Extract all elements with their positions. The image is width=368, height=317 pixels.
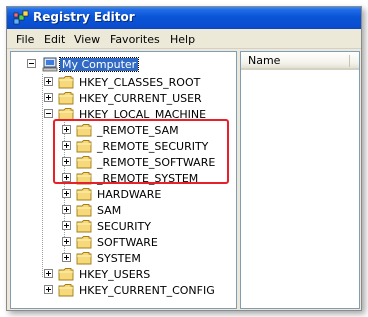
column-divider[interactable] — [349, 55, 350, 67]
expand-toggle[interactable] — [62, 157, 71, 166]
expand-toggle[interactable] — [62, 141, 71, 150]
tree-node-hkey-current-config[interactable]: HKEY_CURRENT_CONFIG — [77, 284, 217, 297]
tree-node-sam[interactable]: SAM — [95, 204, 123, 217]
folder-icon — [58, 91, 74, 105]
tree-node-hkey-current-user[interactable]: HKEY_CURRENT_USER — [77, 92, 204, 105]
tree-node-remote-security[interactable]: _REMOTE_SECURITY — [95, 140, 210, 153]
tree-node-remote-sam[interactable]: _REMOTE_SAM — [95, 124, 181, 137]
menu-bar: File Edit View Favorites Help — [7, 29, 361, 49]
folder-icon — [76, 123, 92, 137]
tree-node-security[interactable]: SECURITY — [95, 220, 153, 233]
menu-file[interactable]: File — [16, 33, 34, 46]
menu-help[interactable]: Help — [170, 33, 195, 46]
folder-icon — [76, 139, 92, 153]
expand-toggle[interactable] — [62, 125, 71, 134]
window-title: Registry Editor — [33, 10, 135, 24]
expand-toggle[interactable] — [44, 93, 53, 102]
folder-icon — [58, 267, 74, 281]
title-bar[interactable]: Registry Editor — [7, 7, 361, 29]
tree-node-my-computer[interactable]: My Computer — [58, 57, 140, 72]
collapse-toggle[interactable] — [44, 109, 53, 118]
folder-icon — [76, 155, 92, 169]
folder-icon — [58, 283, 74, 297]
folder-icon — [76, 203, 92, 217]
expand-toggle[interactable] — [44, 269, 53, 278]
expand-toggle[interactable] — [62, 173, 71, 182]
folder-icon — [58, 107, 74, 121]
folder-icon — [76, 235, 92, 249]
column-name-label: Name — [248, 54, 281, 67]
tree-node-system[interactable]: SYSTEM — [95, 252, 143, 265]
expand-toggle[interactable] — [62, 237, 71, 246]
tree-node-software[interactable]: SOFTWARE — [95, 236, 160, 249]
folder-icon — [76, 251, 92, 265]
menu-edit[interactable]: Edit — [44, 33, 65, 46]
expand-toggle[interactable] — [62, 221, 71, 230]
expand-toggle[interactable] — [62, 205, 71, 214]
folder-icon — [76, 171, 92, 185]
expand-toggle[interactable] — [62, 189, 71, 198]
menu-favorites[interactable]: Favorites — [110, 33, 160, 46]
expand-toggle[interactable] — [44, 285, 53, 294]
folder-icon — [58, 75, 74, 89]
expand-toggle[interactable] — [62, 253, 71, 262]
menu-view[interactable]: View — [74, 33, 100, 46]
tree-node-hkey-local-machine[interactable]: HKEY_LOCAL_MACHINE — [77, 108, 208, 121]
tree-node-remote-system[interactable]: _REMOTE_SYSTEM — [95, 172, 200, 185]
computer-icon — [42, 57, 58, 72]
tree-node-remote-software[interactable]: _REMOTE_SOFTWARE — [95, 156, 217, 169]
values-list-pane[interactable]: Name — [240, 51, 360, 309]
expand-toggle[interactable] — [44, 77, 53, 86]
tree-node-hkey-users[interactable]: HKEY_USERS — [77, 268, 152, 281]
root-collapse-toggle[interactable] — [27, 59, 36, 68]
registry-editor-icon — [13, 10, 29, 25]
tree-node-hkey-classes-root[interactable]: HKEY_CLASSES_ROOT — [77, 76, 202, 89]
column-header-name[interactable]: Name — [241, 52, 359, 70]
folder-icon — [76, 219, 92, 233]
tree-node-hardware[interactable]: HARDWARE — [95, 188, 163, 201]
tree-line — [42, 74, 43, 277]
folder-icon — [76, 187, 92, 201]
